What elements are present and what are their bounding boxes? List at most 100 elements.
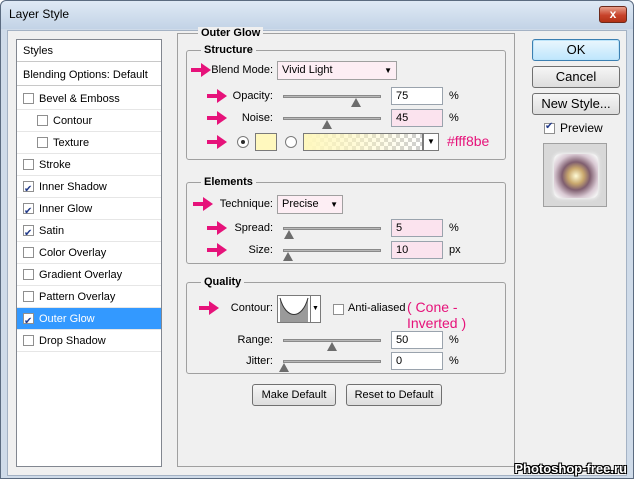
style-checkbox[interactable] xyxy=(23,179,34,201)
preview-thumbnail xyxy=(543,143,607,207)
color-annotation: #fff8be xyxy=(447,133,490,149)
style-item-color-overlay[interactable]: Color Overlay xyxy=(17,242,161,264)
window-title: Layer Style xyxy=(9,7,70,21)
style-item-contour[interactable]: Contour xyxy=(17,110,161,132)
style-item-label: Outer Glow xyxy=(39,313,95,325)
noise-slider[interactable] xyxy=(283,117,381,129)
style-checkbox[interactable] xyxy=(23,269,34,280)
size-slider-thumb[interactable] xyxy=(282,252,293,261)
opacity-slider[interactable] xyxy=(283,95,381,107)
blend-mode-select[interactable]: Vivid Light ▼ xyxy=(277,61,397,80)
cone-inverted-contour-icon xyxy=(278,296,310,322)
jitter-label: Jitter: xyxy=(246,355,273,367)
anti-aliased-label: Anti-aliased xyxy=(348,302,406,314)
reset-to-default-button[interactable]: Reset to Default xyxy=(346,384,442,406)
anti-aliased-checkbox[interactable] xyxy=(333,304,344,315)
title-bar[interactable]: Layer Style x xyxy=(1,1,633,29)
contour-dropdown[interactable]: ▼ xyxy=(311,295,321,323)
opacity-input[interactable]: 75 xyxy=(391,87,443,105)
noise-input[interactable]: 45 xyxy=(391,109,443,127)
size-label: Size: xyxy=(248,244,273,256)
style-item-label: Drop Shadow xyxy=(39,335,106,347)
style-item-label: Texture xyxy=(53,137,90,149)
style-item-label: Satin xyxy=(39,225,65,237)
style-checkbox[interactable] xyxy=(23,223,34,245)
noise-slider-thumb[interactable] xyxy=(322,120,333,129)
technique-label: Technique: xyxy=(219,198,273,210)
watermark: Photoshop-free.ru xyxy=(514,461,627,476)
arrow-icon xyxy=(207,135,227,149)
chevron-down-icon: ▼ xyxy=(384,66,392,75)
style-item-outer-glow[interactable]: Outer Glow xyxy=(17,308,161,333)
range-input[interactable]: 50 xyxy=(391,331,443,349)
noise-label: Noise: xyxy=(241,112,273,124)
style-item-pattern-overlay[interactable]: Pattern Overlay xyxy=(17,286,161,308)
style-item-texture[interactable]: Texture xyxy=(17,132,161,154)
arrow-icon xyxy=(199,301,219,315)
styles-header[interactable]: Styles xyxy=(17,40,161,62)
style-item-label: Pattern Overlay xyxy=(39,291,116,303)
size-input[interactable]: 10 xyxy=(391,241,443,259)
range-slider[interactable] xyxy=(283,339,381,351)
style-item-label: Color Overlay xyxy=(39,247,107,259)
style-checkbox[interactable] xyxy=(23,335,34,346)
blending-options-item[interactable]: Blending Options: Default xyxy=(17,64,161,86)
spread-slider-thumb[interactable] xyxy=(283,230,294,239)
cancel-button[interactable]: Cancel xyxy=(532,66,620,88)
style-item-drop-shadow[interactable]: Drop Shadow xyxy=(17,330,161,352)
style-item-inner-shadow[interactable]: Inner Shadow xyxy=(17,176,161,201)
style-checkbox[interactable] xyxy=(37,115,48,126)
layer-style-dialog: Layer Style x Styles Blending Options: D… xyxy=(0,0,634,479)
contour-picker[interactable] xyxy=(277,295,311,323)
style-item-label: Gradient Overlay xyxy=(39,269,123,281)
style-item-label: Contour xyxy=(53,115,93,127)
jitter-slider-thumb[interactable] xyxy=(279,363,289,372)
chevron-down-icon: ▼ xyxy=(312,305,319,312)
jitter-input[interactable]: 0 xyxy=(391,352,443,370)
spread-slider[interactable] xyxy=(283,227,381,239)
ok-button[interactable]: OK xyxy=(532,39,620,61)
style-item-bevel-emboss[interactable]: Bevel & Emboss xyxy=(17,88,161,110)
style-item-satin[interactable]: Satin xyxy=(17,220,161,245)
make-default-button[interactable]: Make Default xyxy=(252,384,336,406)
quality-fieldset: Quality Contour: ▼ Anti-aliased ( Cone -… xyxy=(186,276,506,374)
style-item-label: Inner Glow xyxy=(39,203,93,215)
style-item-inner-glow[interactable]: Inner Glow xyxy=(17,198,161,223)
size-unit: px xyxy=(449,244,461,256)
structure-fieldset: Structure Blend Mode: Vivid Light ▼ Opac… xyxy=(186,44,506,160)
preview-checkbox[interactable] xyxy=(544,121,555,134)
style-checkbox[interactable] xyxy=(23,247,34,258)
close-button[interactable]: x xyxy=(599,6,627,23)
style-item-gradient-overlay[interactable]: Gradient Overlay xyxy=(17,264,161,286)
solid-color-radio[interactable] xyxy=(237,136,249,148)
style-item-stroke[interactable]: Stroke xyxy=(17,154,161,176)
new-style-button[interactable]: New Style... xyxy=(532,93,620,115)
glow-color-swatch[interactable] xyxy=(255,133,277,151)
glow-gradient-swatch[interactable] xyxy=(303,133,423,151)
style-checkbox[interactable] xyxy=(23,93,34,104)
structure-title: Structure xyxy=(201,44,256,56)
close-icon: x xyxy=(609,7,617,21)
range-slider-thumb[interactable] xyxy=(327,342,337,351)
jitter-slider[interactable] xyxy=(279,360,381,372)
chevron-down-icon: ▼ xyxy=(330,200,338,209)
technique-select[interactable]: Precise ▼ xyxy=(277,195,343,214)
style-checkbox[interactable] xyxy=(23,201,34,223)
style-checkbox[interactable] xyxy=(23,159,34,170)
elements-title: Elements xyxy=(201,176,256,188)
spread-input[interactable]: 5 xyxy=(391,219,443,237)
gradient-dropdown[interactable]: ▼ xyxy=(423,133,439,151)
style-checkbox[interactable] xyxy=(23,311,34,333)
gradient-radio[interactable] xyxy=(285,136,297,148)
outer-glow-group: Outer Glow Structure Blend Mode: Vivid L… xyxy=(177,27,515,467)
style-checkbox[interactable] xyxy=(23,291,34,302)
opacity-label: Opacity: xyxy=(232,90,273,102)
opacity-slider-thumb[interactable] xyxy=(351,98,361,107)
size-slider[interactable] xyxy=(282,249,381,261)
quality-title: Quality xyxy=(201,276,245,288)
technique-value: Precise xyxy=(282,198,319,210)
style-checkbox[interactable] xyxy=(37,137,48,148)
opacity-unit: % xyxy=(449,90,459,102)
spread-label: Spread: xyxy=(234,222,273,234)
spread-unit: % xyxy=(449,222,459,234)
